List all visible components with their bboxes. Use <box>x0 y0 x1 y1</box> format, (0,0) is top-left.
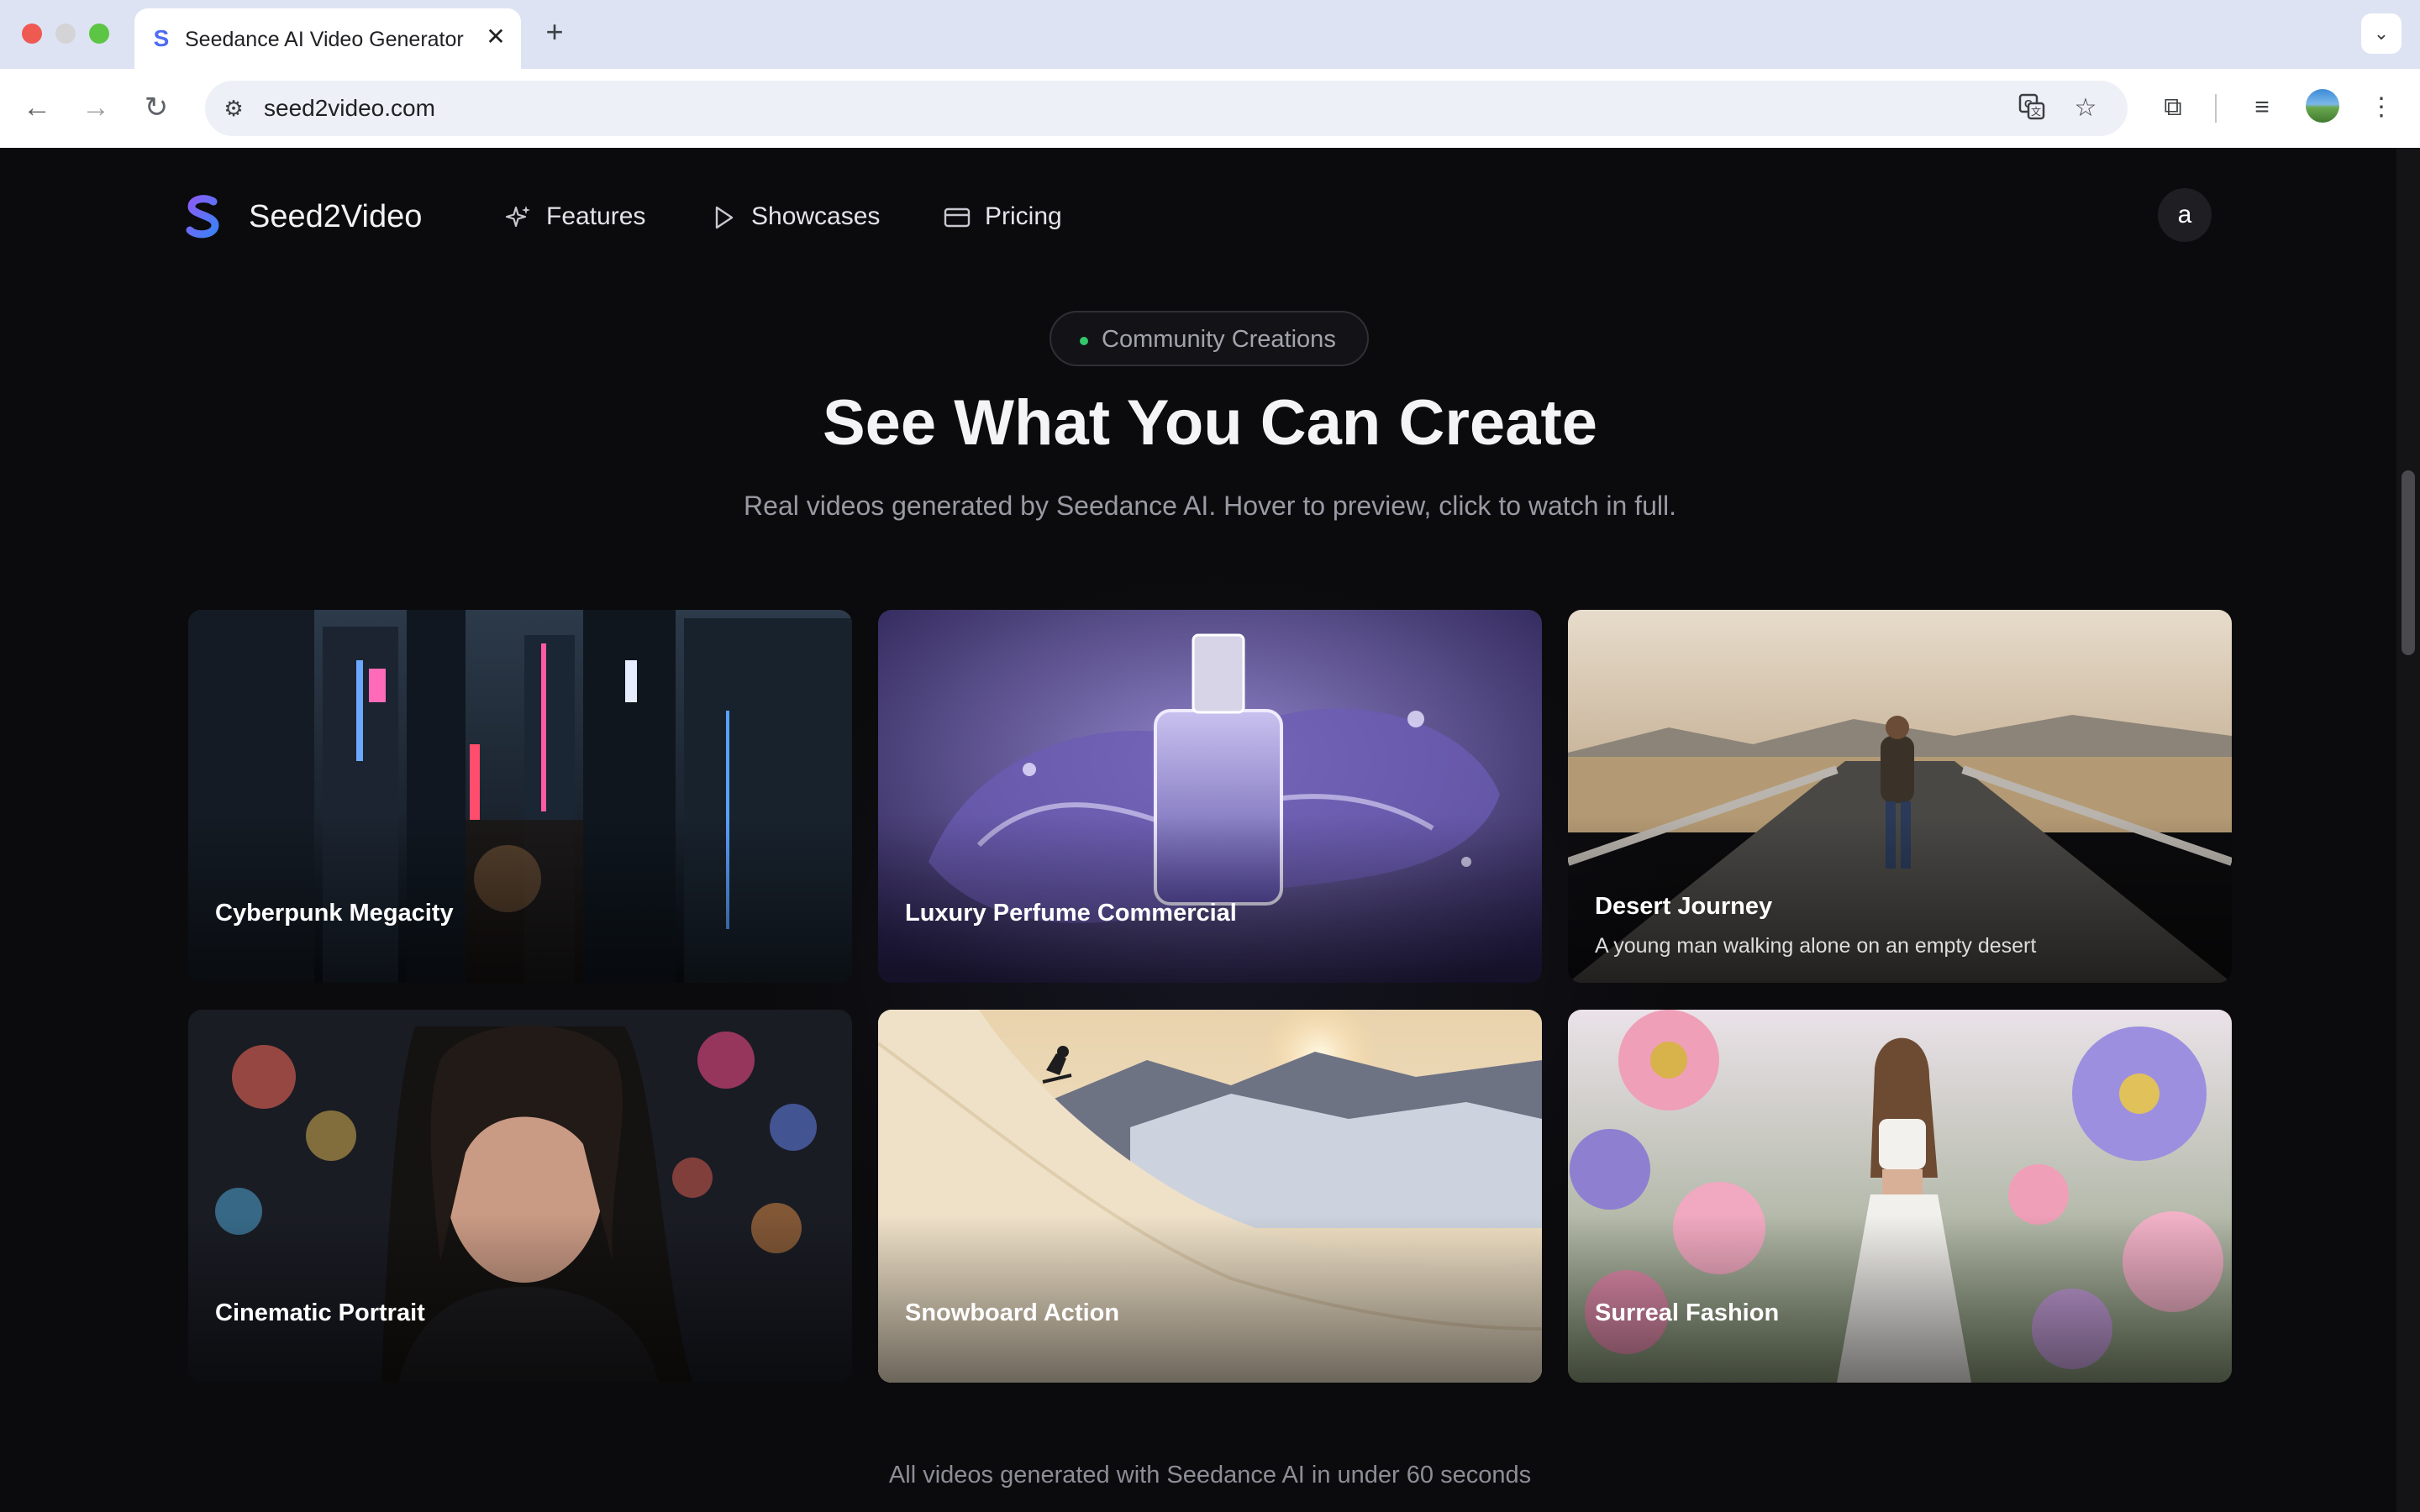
section-title: See What You Can Create <box>822 387 1598 459</box>
tab-title: Seedance AI Video Generator <box>185 28 464 51</box>
seed2video-logo-icon[interactable] <box>183 195 224 239</box>
tab-search-button[interactable]: ⌄ <box>2361 13 2402 54</box>
page-viewport: Seed2Video Features Showcases Pricing a … <box>0 148 2420 1512</box>
maximize-window-button[interactable] <box>89 24 109 44</box>
showcase-card-perfume[interactable]: Luxury Perfume Commercial <box>878 610 1542 983</box>
play-icon <box>715 206 734 229</box>
bookmark-star-icon[interactable]: ☆ <box>2069 92 2102 125</box>
browser-tab[interactable]: S Seedance AI Video Generator ✕ <box>134 8 521 69</box>
nav-features-label: Features <box>546 202 646 230</box>
card-title: Luxury Perfume Commercial <box>905 900 1237 927</box>
card-title: Cyberpunk Megacity <box>215 900 454 927</box>
showcase-card-snowboard[interactable]: Snowboard Action <box>878 1010 1542 1383</box>
close-tab-icon[interactable]: ✕ <box>482 24 509 50</box>
brand-name[interactable]: Seed2Video <box>249 197 422 237</box>
card-overlay <box>1568 610 2232 983</box>
reload-icon[interactable]: ↻ <box>138 89 175 126</box>
showcase-card-desert[interactable]: Desert Journey A young man walking alone… <box>1568 610 2232 983</box>
community-badge: Community Creations <box>1050 311 1369 366</box>
profile-avatar[interactable] <box>2306 89 2339 123</box>
nav-showcases-label: Showcases <box>751 202 881 230</box>
close-window-button[interactable] <box>22 24 42 44</box>
browser-menu-icon[interactable]: ⋮ <box>2363 89 2400 126</box>
user-menu-button[interactable]: a <box>2158 188 2212 242</box>
badge-label: Community Creations <box>1102 326 1336 353</box>
back-arrow-icon[interactable]: ← <box>18 89 55 126</box>
site-info-icon[interactable]: ⚙ <box>217 92 250 125</box>
card-title: Cinematic Portrait <box>215 1299 425 1326</box>
site-favicon-icon: S <box>153 25 170 51</box>
card-title: Desert Journey <box>1595 893 1773 920</box>
toolbar-divider <box>2215 94 2217 123</box>
status-dot <box>1080 337 1088 345</box>
new-tab-button[interactable]: + <box>538 15 571 49</box>
url-text[interactable]: seed2video.com <box>264 94 435 123</box>
credit-card-icon <box>944 207 971 228</box>
card-title: Surreal Fashion <box>1595 1299 1780 1326</box>
generation-footnote: All videos generated with Seedance AI in… <box>888 1462 1532 1488</box>
scrollbar-thumb[interactable] <box>2402 470 2415 655</box>
card-description: A young man walking alone on an empty de… <box>1595 934 2037 958</box>
translate-glyph-icon: G 文 <box>2018 93 2045 120</box>
forward-arrow-icon[interactable]: → <box>77 89 114 126</box>
sparkles-icon <box>505 206 530 228</box>
minimize-window-button[interactable] <box>55 24 76 44</box>
section-subtitle: Real videos generated by Seedance AI. Ho… <box>744 491 1676 521</box>
showcase-card-portrait[interactable]: Cinematic Portrait <box>188 1010 852 1383</box>
svg-text:文: 文 <box>2031 105 2041 118</box>
extensions-icon[interactable]: ⧉ <box>2154 89 2191 126</box>
address-bar[interactable]: ⚙ seed2video.com G 文 ☆ <box>205 81 2128 136</box>
card-title: Snowboard Action <box>905 1299 1120 1326</box>
browser-toolbar: ← → ↻ ⚙ seed2video.com G 文 ☆ ⧉ ≡ ⋮ <box>0 69 2420 148</box>
browser-tab-strip: S Seedance AI Video Generator ✕ + ⌄ <box>0 0 2420 69</box>
showcase-card-cyberpunk[interactable]: Cyberpunk Megacity <box>188 610 852 983</box>
media-controls-icon[interactable]: ≡ <box>2244 89 2281 126</box>
translate-icon[interactable]: G 文 <box>2015 92 2049 125</box>
page-scrollbar[interactable] <box>2396 148 2420 1512</box>
nav-pricing-label: Pricing <box>985 202 1062 230</box>
showcase-card-fashion[interactable]: Surreal Fashion <box>1568 1010 2232 1383</box>
site-header: Seed2Video Features Showcases Pricing a <box>0 148 2396 282</box>
